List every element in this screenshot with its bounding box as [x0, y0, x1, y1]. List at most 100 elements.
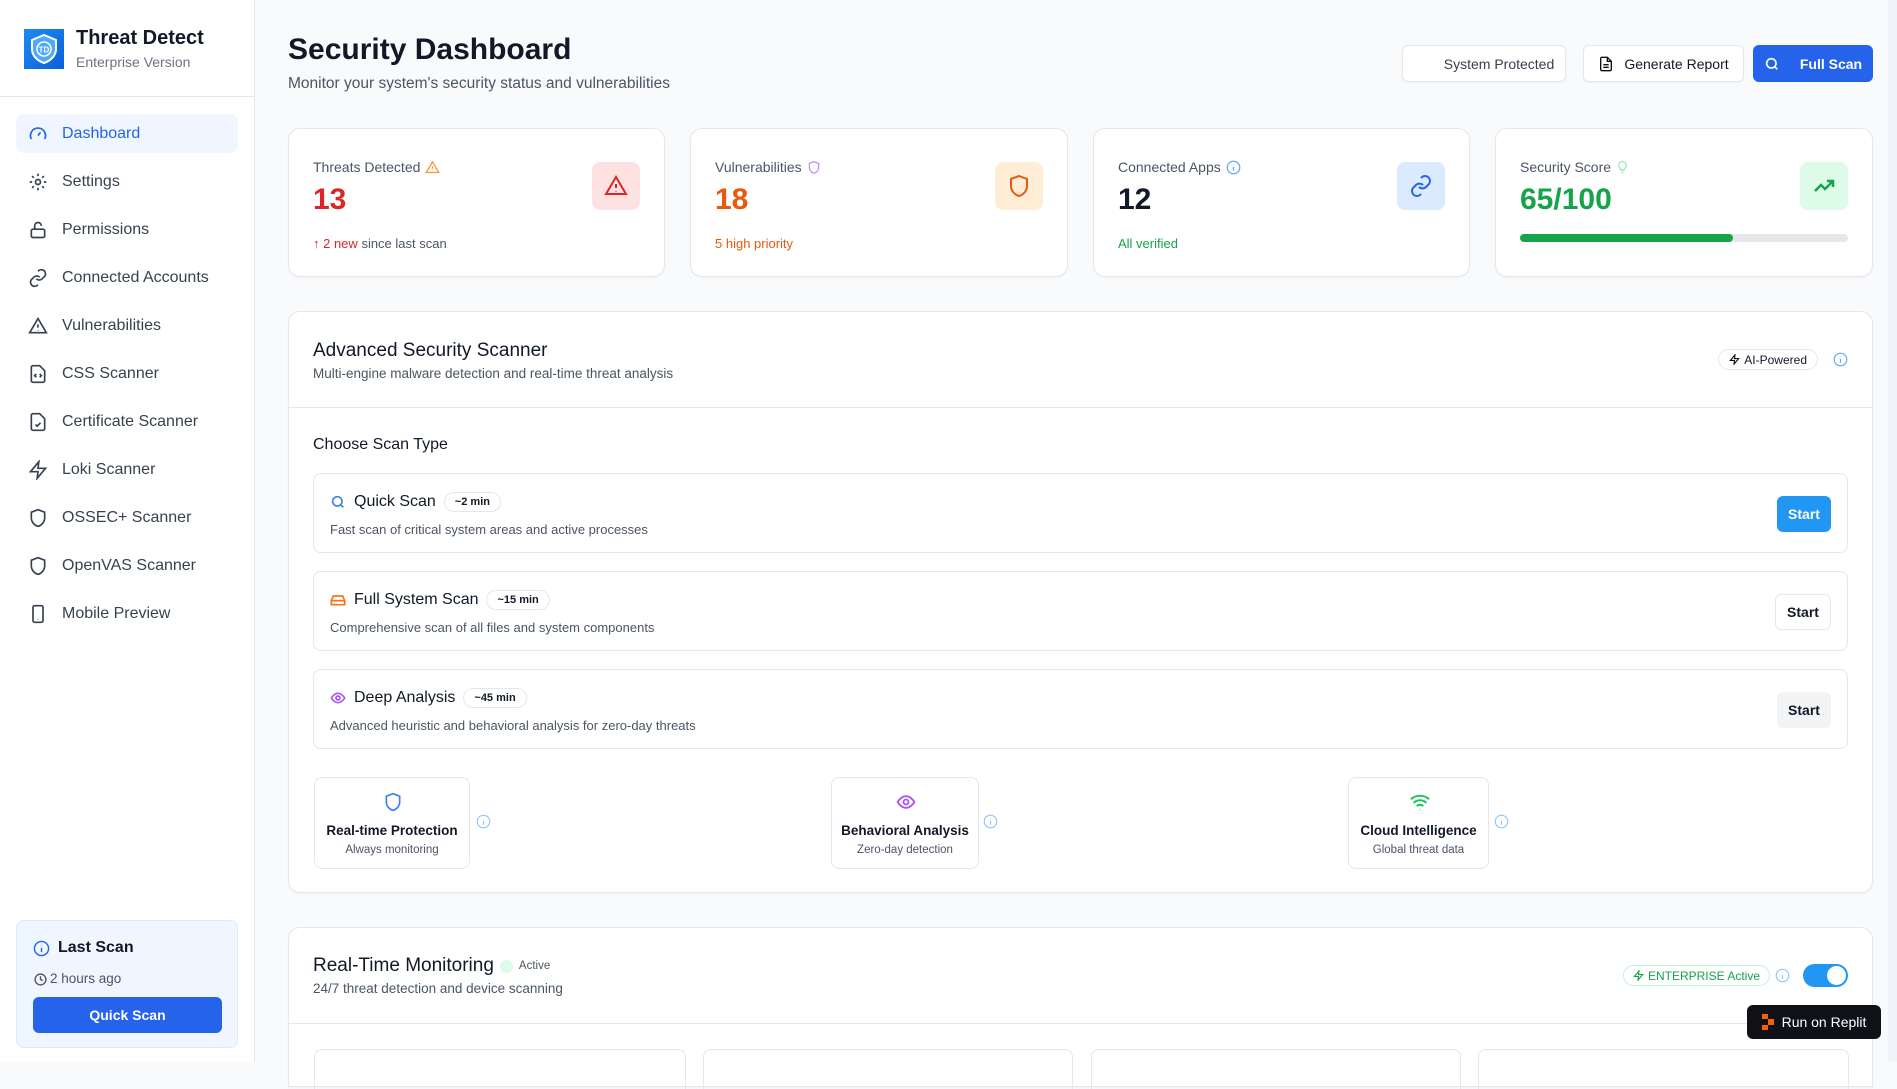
monitoring-toggle[interactable]	[1803, 964, 1848, 987]
zap-icon	[1729, 354, 1741, 365]
sidebar-item-dashboard[interactable]: Dashboard	[16, 114, 238, 153]
sidebar-item-permissions[interactable]: Permissions	[16, 210, 238, 249]
info-icon	[33, 940, 50, 957]
stat-label: Threats Detected	[313, 159, 421, 175]
scan-description: Fast scan of critical system areas and a…	[330, 522, 648, 537]
file-code-icon	[30, 364, 46, 383]
badge-label: AI-Powered	[1744, 352, 1807, 367]
page-subtitle: Monitor your system's security status an…	[288, 75, 670, 92]
stat-value: 65/100	[1520, 183, 1612, 216]
stat-value: 13	[313, 183, 347, 216]
sidebar-item-certificate-scanner[interactable]: Certificate Scanner	[16, 402, 238, 441]
stat-label: Security Score	[1520, 159, 1612, 175]
ai-powered-badge: AI-Powered	[1718, 349, 1818, 370]
sidebar-item-css-scanner[interactable]: CSS Scanner	[16, 354, 238, 393]
stat-value: 18	[715, 183, 749, 216]
warning-icon	[604, 175, 628, 195]
score-progress-bar	[1520, 234, 1848, 242]
generate-report-label: Generate Report	[1624, 55, 1729, 72]
info-icon[interactable]	[1494, 814, 1509, 829]
warning-icon	[425, 160, 441, 173]
scan-name: Quick Scan	[354, 493, 436, 510]
zap-icon	[28, 459, 48, 480]
sidebar-item-mobile-preview[interactable]: Mobile Preview	[16, 594, 238, 633]
status-label: Active	[518, 960, 551, 972]
realtime-monitoring-panel: Real-Time Monitoring Active 24/7 threat …	[288, 927, 1873, 1089]
divider	[289, 1023, 1872, 1024]
scan-duration-badge: ~45 min	[463, 688, 527, 708]
last-scan-title: Last Scan	[58, 939, 134, 956]
sidebar-item-label: OpenVAS Scanner	[62, 556, 197, 574]
page-scrollbar[interactable]	[1888, 0, 1897, 1062]
eye-icon	[896, 795, 916, 809]
advanced-scanner-panel: Advanced Security Scanner Multi-engine m…	[288, 311, 1873, 893]
info-icon[interactable]	[476, 814, 491, 829]
monitor-card	[314, 1049, 686, 1089]
sidebar-item-label: Mobile Preview	[62, 604, 171, 622]
info-icon[interactable]	[1775, 968, 1790, 983]
app-logo: TD	[24, 29, 64, 69]
scan-name: Deep Analysis	[354, 689, 456, 706]
stat-value: 12	[1118, 183, 1152, 216]
info-icon[interactable]	[983, 814, 998, 829]
sidebar-item-vulnerabilities[interactable]: Vulnerabilities	[16, 306, 238, 345]
generate-report-button[interactable]: Generate Report	[1583, 45, 1744, 82]
shield-icon	[808, 160, 819, 174]
page-title: Security Dashboard	[288, 33, 572, 66]
feature-realtime-protection: Real-time Protection Always monitoring	[314, 777, 470, 869]
eye-icon	[330, 692, 346, 704]
scan-description: Advanced heuristic and behavioral analys…	[330, 718, 696, 733]
sidebar-item-connected-accounts[interactable]: Connected Accounts	[16, 258, 238, 297]
monitor-card	[1478, 1049, 1849, 1089]
shield-icon	[1010, 174, 1028, 198]
scan-description: Comprehensive scan of all files and syst…	[330, 620, 655, 635]
score-progress-fill	[1520, 234, 1734, 242]
app-edition: Enterprise Version	[76, 54, 191, 70]
search-icon	[331, 495, 344, 508]
stat-sub: since last scan	[361, 236, 447, 251]
sidebar-item-ossec-scanner[interactable]: OSSEC+ Scanner	[16, 498, 238, 537]
enterprise-badge: ENTERPRISE Active	[1622, 965, 1770, 986]
lightbulb-icon	[1618, 161, 1627, 173]
quick-scan-button[interactable]: Quick Scan	[33, 997, 222, 1033]
stat-sub: 5 high priority	[715, 236, 794, 251]
start-deep-analysis-button[interactable]: Start	[1777, 692, 1831, 728]
stat-icon-box	[1397, 162, 1445, 210]
stat-label: Vulnerabilities	[715, 159, 802, 175]
scan-type-quick[interactable]: Quick Scan ~2 min Fast scan of critical …	[313, 473, 1848, 553]
sidebar-item-settings[interactable]: Settings	[16, 162, 238, 201]
sidebar-item-label: Certificate Scanner	[62, 412, 199, 430]
shield-icon	[385, 792, 401, 812]
sidebar-item-openvas-scanner[interactable]: OpenVAS Scanner	[16, 546, 238, 585]
divider	[289, 407, 1872, 408]
run-on-replit-button[interactable]: Run on Replit	[1747, 1005, 1881, 1039]
full-scan-button[interactable]: Full Scan	[1753, 45, 1873, 82]
file-check-icon	[30, 412, 46, 431]
stat-icon-box	[995, 162, 1043, 210]
divider	[0, 96, 255, 97]
sidebar-item-loki-scanner[interactable]: Loki Scanner	[16, 450, 238, 489]
phone-icon	[32, 604, 44, 623]
scan-name: Full System Scan	[354, 591, 479, 608]
stat-icon-box	[1800, 162, 1848, 210]
stat-card-threats: Threats Detected 13 ↑ 2 new since last s…	[288, 128, 665, 277]
system-status-button[interactable]: System Protected	[1402, 45, 1566, 82]
trending-up-icon	[1814, 179, 1835, 192]
hard-drive-icon	[330, 595, 346, 606]
start-quick-scan-button[interactable]: Start	[1777, 496, 1831, 532]
panel-title: Advanced Security Scanner	[313, 340, 548, 361]
sidebar-item-label: Permissions	[62, 220, 150, 238]
info-icon[interactable]	[1833, 352, 1848, 367]
stat-card-security-score: Security Score 65/100	[1495, 128, 1873, 277]
feature-subtitle: Always monitoring	[345, 844, 439, 856]
feature-title: Behavioral Analysis	[841, 823, 969, 838]
scan-duration-badge: ~15 min	[486, 590, 550, 610]
scan-type-full-system[interactable]: Full System Scan ~15 min Comprehensive s…	[313, 571, 1848, 651]
stat-card-connected-apps: Connected Apps 12 All verified	[1093, 128, 1470, 277]
stat-card-vulnerabilities: Vulnerabilities 18 5 high priority	[690, 128, 1068, 277]
start-full-scan-button[interactable]: Start	[1775, 594, 1831, 630]
scan-type-deep-analysis[interactable]: Deep Analysis ~45 min Advanced heuristic…	[313, 669, 1848, 749]
file-text-icon	[1600, 56, 1613, 71]
feature-behavioral-analysis: Behavioral Analysis Zero-day detection	[831, 777, 979, 869]
feature-cloud-intelligence: Cloud Intelligence Global threat data	[1348, 777, 1489, 869]
